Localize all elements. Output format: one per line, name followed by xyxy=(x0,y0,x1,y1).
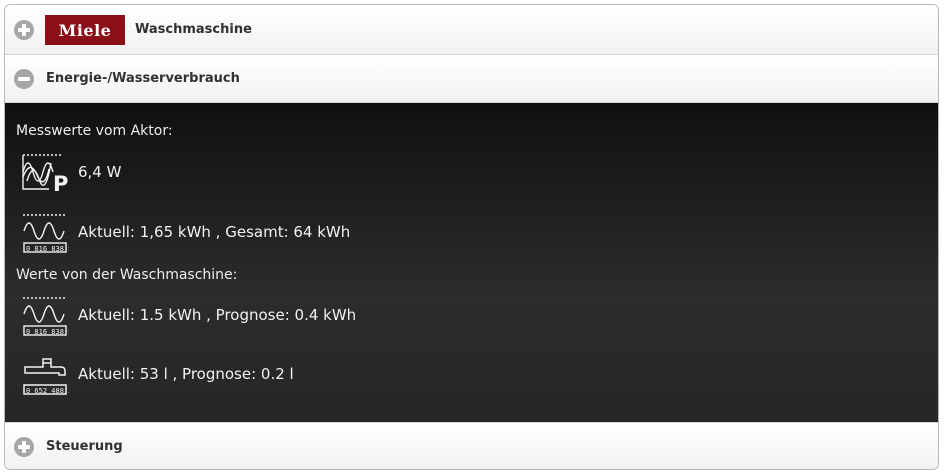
energy-section-panel: Messwerte vom Aktor: P 6,4 W 0 816 838.5… xyxy=(5,103,938,422)
power-value: 6,4 W xyxy=(78,163,122,181)
expand-plus-icon[interactable] xyxy=(14,437,34,457)
accordion-widget: Miele Waschmaschine Energie-/Wasserverbr… xyxy=(4,4,939,470)
expand-plus-icon[interactable] xyxy=(14,20,34,40)
device-title: Waschmaschine xyxy=(135,22,252,37)
electricity-meter-icon: 0 816 838.5 xyxy=(23,297,69,336)
actor-energy-value: Aktuell: 1,65 kWh , Gesamt: 64 kWh xyxy=(78,223,351,241)
energy-section-header[interactable]: Energie-/Wasserverbrauch xyxy=(5,55,938,103)
device-header[interactable]: Miele Waschmaschine xyxy=(5,5,938,55)
miele-logo: Miele xyxy=(45,15,125,45)
actor-measurements-label: Messwerte vom Aktor: xyxy=(16,123,173,139)
power-meter-icon: P xyxy=(22,154,68,195)
collapse-minus-icon[interactable] xyxy=(14,69,34,89)
meter-digits: 0 816 838.5 xyxy=(26,245,69,253)
water-value: Aktuell: 53 l , Prognose: 0.2 l xyxy=(78,365,294,383)
water-meter-digits: 0 652 488.3 xyxy=(26,387,69,395)
svg-text:P: P xyxy=(53,172,68,195)
meter-digits: 0 816 838.5 xyxy=(26,328,69,336)
water-meter-icon: 0 652 488.3 xyxy=(23,358,69,395)
machine-values-label: Werte von der Waschmaschine: xyxy=(16,267,238,283)
electricity-meter-icon: 0 816 838.5 xyxy=(23,214,69,253)
energy-section-title: Energie-/Wasserverbrauch xyxy=(46,71,240,86)
control-section-header[interactable]: Steuerung xyxy=(5,422,938,469)
control-section-title: Steuerung xyxy=(46,439,123,454)
machine-energy-value: Aktuell: 1.5 kWh , Prognose: 0.4 kWh xyxy=(78,306,357,324)
